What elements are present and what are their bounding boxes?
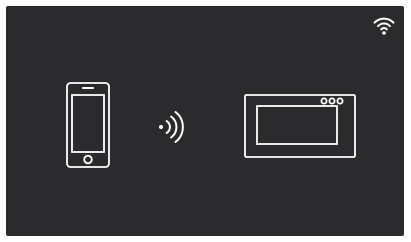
wifi-icon: [370, 12, 398, 38]
indoor-monitor-icon: [239, 89, 363, 165]
smartphone-icon: [61, 78, 115, 172]
wireless-signal-icon: [153, 108, 189, 148]
